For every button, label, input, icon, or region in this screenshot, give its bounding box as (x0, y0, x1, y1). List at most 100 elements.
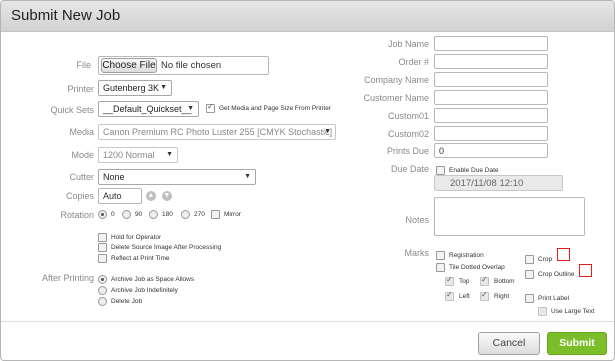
mark-bottom-label: Bottom (494, 278, 515, 285)
rotation-option-0: 0 (111, 211, 115, 218)
tile-dotted-overlap-checkbox[interactable] (436, 263, 445, 272)
mark-left-label: Left (459, 293, 470, 300)
file-input[interactable]: Choose File No file chosen (98, 56, 269, 75)
mark-top-checkbox[interactable] (445, 275, 454, 286)
mark-right-checkbox[interactable] (480, 290, 489, 301)
chevron-down-icon: ▼ (160, 84, 167, 91)
mark-right-label: Right (494, 293, 510, 300)
registration-label: Registration (449, 252, 484, 259)
marks-label: Marks (404, 248, 430, 258)
cancel-button[interactable]: Cancel (478, 332, 540, 355)
rotation-option-270: 270 (194, 211, 205, 218)
mode-select[interactable]: 1200 Normal ▼ (98, 147, 178, 163)
tile-dotted-overlap-label: Tile Dotted Overlap (449, 264, 505, 271)
prints-due-label: Prints Due (386, 146, 429, 156)
submit-button[interactable]: Submit (547, 332, 607, 355)
chevron-down-icon: ▼ (244, 173, 251, 180)
copies-input[interactable] (98, 188, 142, 204)
rotation-radio-90[interactable] (122, 210, 131, 219)
company-input[interactable] (434, 72, 548, 87)
quick-sets-value: __Default_Quickset__ (103, 104, 192, 114)
use-large-text-checkbox[interactable] (538, 307, 547, 316)
file-label: File (76, 60, 91, 70)
media-select[interactable]: Canon Premium RC Photo Luster 255 [CMYK … (98, 124, 336, 140)
file-status-text: No file chosen (161, 60, 222, 71)
delete-source-checkbox[interactable] (98, 243, 107, 252)
company-label: Company Name (363, 75, 429, 85)
delete-source-label: Delete Source Image After Processing (111, 244, 222, 251)
crop-label: Crop (538, 256, 553, 263)
enable-due-date-checkbox[interactable] (436, 166, 445, 175)
dialog-titlebar: Submit New Job (1, 1, 614, 32)
arrow-down-circle-icon[interactable]: ▼ (162, 191, 172, 201)
after-printing-option-indefinitely: Archive Job Indefinitely (111, 287, 178, 294)
due-date-input[interactable]: 2017/11/08 12:10 (434, 175, 563, 191)
hold-for-operator-label: Hold for Operator (111, 234, 162, 241)
mark-bottom-checkbox[interactable] (480, 275, 489, 286)
chevron-down-icon: ▼ (324, 128, 331, 135)
copies-label: Copies (65, 191, 94, 201)
dialog-title: Submit New Job (11, 7, 121, 24)
crop-outline-label: Crop Outline (538, 271, 575, 278)
print-label-label: Print Label (538, 295, 570, 302)
arrow-up-circle-icon[interactable]: ▲ (146, 191, 156, 201)
mark-top-label: Top (459, 278, 470, 285)
order-input[interactable] (434, 54, 548, 69)
enable-due-date-label: Enable Due Date (449, 167, 499, 174)
custom01-input[interactable] (434, 108, 548, 123)
notes-textarea[interactable] (434, 197, 585, 236)
after-printing-option-archive: Archive Job as Space Allows (111, 276, 195, 283)
custom01-label: Custom01 (387, 111, 429, 121)
choose-file-button[interactable]: Choose File (101, 58, 157, 73)
rotation-label: Rotation (60, 210, 94, 220)
chevron-down-icon: ▼ (187, 105, 194, 112)
get-media-checkbox[interactable] (206, 102, 215, 113)
order-label: Order # (398, 57, 429, 67)
custom02-label: Custom02 (387, 129, 429, 139)
get-media-label: Get Media and Page Size From Printer (219, 105, 331, 112)
media-value: Canon Premium RC Photo Luster 255 [CMYK … (103, 127, 333, 137)
mode-label: Mode (71, 150, 94, 160)
customer-label: Customer Name (363, 93, 429, 103)
customer-input[interactable] (434, 90, 548, 105)
chevron-down-icon: ▼ (166, 151, 173, 158)
notes-label: Notes (405, 215, 429, 225)
dialog-footer (1, 321, 614, 322)
rotation-radio-180[interactable] (149, 210, 158, 219)
job-name-input[interactable] (434, 36, 548, 51)
printer-label: Printer (67, 84, 94, 94)
printer-select[interactable]: Gutenberg 3K ▼ (98, 80, 172, 96)
custom02-input[interactable] (434, 126, 548, 141)
mark-left-checkbox[interactable] (445, 290, 454, 301)
quick-sets-select[interactable]: __Default_Quickset__ ▼ (98, 101, 199, 117)
print-label-checkbox[interactable] (525, 294, 534, 303)
job-name-label: Job Name (387, 39, 429, 49)
cutter-label: Cutter (69, 172, 94, 182)
registration-checkbox[interactable] (436, 251, 445, 260)
rotation-radio-270[interactable] (181, 210, 190, 219)
hold-for-operator-checkbox[interactable] (98, 233, 107, 242)
after-printing-option-delete: Delete Job (111, 298, 143, 305)
quick-sets-label: Quick Sets (50, 105, 94, 115)
crop-mark-indicator (557, 248, 570, 261)
reflect-checkbox[interactable] (98, 254, 107, 263)
cutter-value: None (103, 172, 125, 182)
after-printing-radio-delete[interactable] (98, 297, 107, 306)
crop-checkbox[interactable] (525, 255, 534, 264)
due-date-label: Due Date (390, 164, 429, 174)
after-printing-radio-archive[interactable] (98, 275, 107, 284)
reflect-label: Reflect at Print Time (111, 255, 170, 262)
rotation-option-90: 90 (135, 211, 143, 218)
mirror-label: Mirror (224, 211, 241, 218)
rotation-radio-0[interactable] (98, 210, 107, 219)
after-printing-radio-indefinitely[interactable] (98, 286, 107, 295)
cutter-select[interactable]: None ▼ (98, 169, 256, 185)
use-large-text-label: Use Large Text (551, 308, 595, 315)
crop-outline-checkbox[interactable] (525, 270, 534, 279)
submit-job-dialog: Submit New Job File Choose File No file … (0, 0, 615, 361)
mirror-checkbox[interactable] (211, 210, 220, 219)
mode-value: 1200 Normal (103, 150, 155, 160)
rotation-option-180: 180 (162, 211, 173, 218)
crop-outline-indicator (579, 264, 592, 277)
prints-due-input[interactable] (434, 143, 548, 158)
